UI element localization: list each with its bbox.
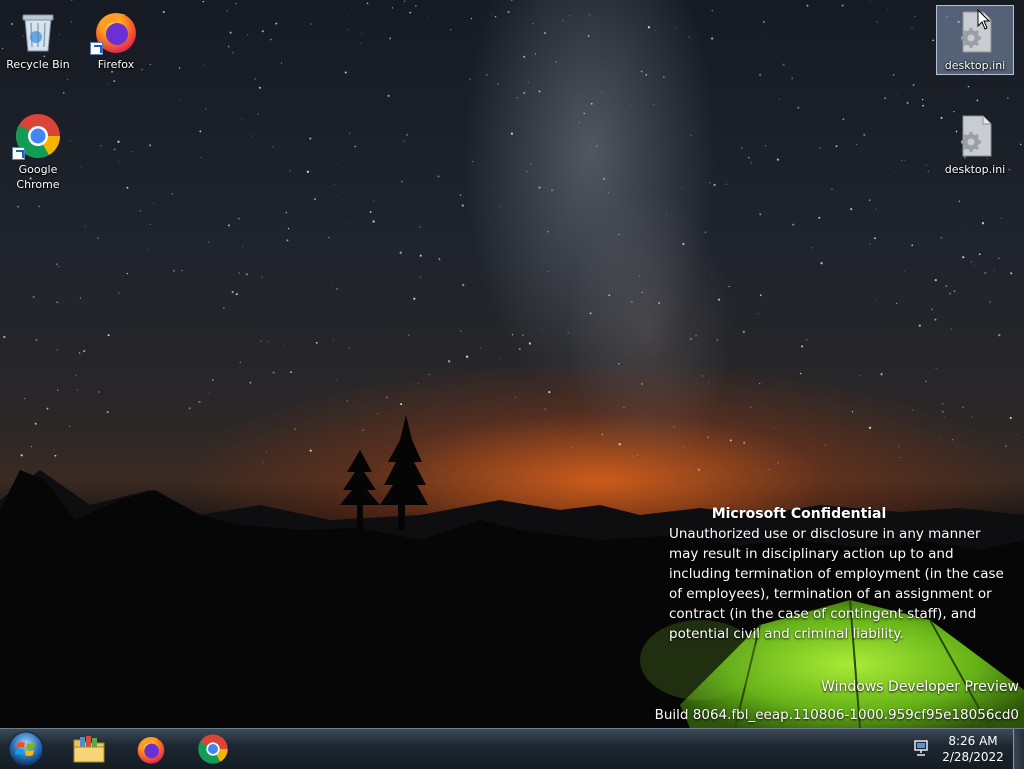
firefox-icon: [90, 7, 140, 55]
desktop-background[interactable]: Recycle Bin Firefox Google Chrome deskto…: [0, 0, 1024, 728]
mouse-pointer-icon: [977, 9, 991, 30]
recycle-bin-icon: [14, 7, 62, 55]
shortcut-arrow-icon: [12, 147, 25, 160]
watermark-title: Microsoft Confidential: [711, 506, 887, 522]
taskbar-firefox[interactable]: [124, 731, 178, 767]
desktop-icon-label: desktop.ini: [944, 59, 1006, 72]
watermark-body: Unauthorized use or disclosure in any ma…: [669, 526, 1004, 642]
clock-date: 2/28/2022: [942, 750, 1004, 764]
desktop-icon-google-chrome[interactable]: Google Chrome: [2, 110, 74, 194]
network-icon[interactable]: [912, 739, 932, 757]
windows-start-orb-icon: [8, 731, 44, 767]
desktop-icon-desktop-ini-selected[interactable]: desktop.ini: [936, 5, 1014, 75]
settings-file-icon: [951, 8, 999, 56]
chrome-icon: [12, 112, 62, 160]
build-number-label: Build 8064.fbl_eeap.110806-1000.959cf95e…: [654, 707, 1019, 723]
windows-edition-label: Windows Developer Preview: [821, 679, 1019, 695]
taskbar-chrome[interactable]: [186, 731, 240, 767]
show-desktop-button[interactable]: [1013, 729, 1024, 769]
desktop-icon-label: Firefox: [97, 58, 135, 71]
start-button[interactable]: [3, 731, 49, 767]
desktop-icon-label: Google Chrome: [16, 163, 60, 191]
settings-file-icon: [951, 112, 999, 160]
firefox-icon: [137, 737, 165, 764]
taskbar-file-explorer[interactable]: [62, 731, 116, 767]
desktop-icon-recycle-bin[interactable]: Recycle Bin: [2, 5, 74, 77]
desktop-icon-label: desktop.ini: [944, 163, 1006, 176]
clock-time: 8:26 AM: [948, 734, 998, 748]
desktop-icon-desktop-ini[interactable]: desktop.ini: [939, 110, 1011, 180]
taskbar: 8:26 AM 2/28/2022: [0, 728, 1024, 769]
desktop-icon-label: Recycle Bin: [6, 58, 70, 71]
shortcut-arrow-icon: [90, 42, 103, 55]
desktop-icon-firefox[interactable]: Firefox: [80, 5, 152, 77]
confidential-watermark: Microsoft Confidential Unauthorized use …: [654, 504, 1024, 644]
folder-library-icon: [73, 736, 105, 763]
chrome-icon: [198, 734, 228, 764]
taskbar-clock[interactable]: 8:26 AM 2/28/2022: [940, 733, 1006, 765]
